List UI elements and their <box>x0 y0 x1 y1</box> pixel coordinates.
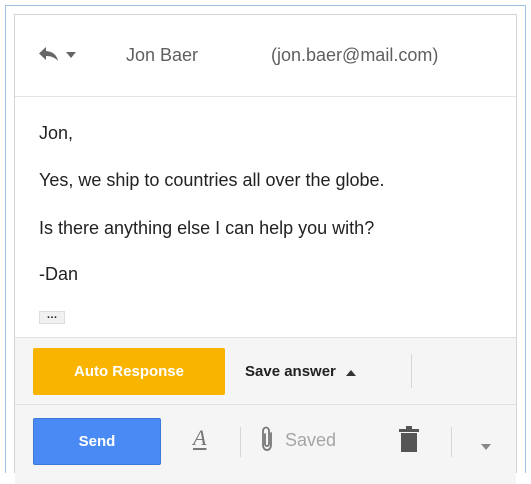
chevron-down-icon <box>66 45 76 63</box>
text-format-icon[interactable]: A <box>193 425 206 451</box>
reply-icon <box>37 45 61 63</box>
compose-panel: Jon Baer (jon.baer@mail.com) Jon, Yes, w… <box>14 14 517 484</box>
send-toolbar: Send A Saved <box>15 404 516 484</box>
compose-window-frame: Jon Baer (jon.baer@mail.com) Jon, Yes, w… <box>5 5 526 484</box>
triangle-up-icon <box>345 363 356 380</box>
send-button[interactable]: Send <box>33 418 161 465</box>
more-options-chevron-down-icon[interactable] <box>481 437 491 455</box>
draft-saved-status: Saved <box>285 430 337 450</box>
paperclip-icon[interactable] <box>261 426 275 457</box>
save-answer-button[interactable]: Save answer <box>245 338 356 405</box>
message-line-1: Yes, we ship to countries all over the g… <box>39 170 385 190</box>
message-line-2: Is there anything else I can help you wi… <box>39 218 375 238</box>
trash-icon[interactable] <box>399 426 419 457</box>
auto-response-button[interactable]: Auto Response <box>33 348 225 395</box>
message-line-signature: -Dan <box>39 264 79 284</box>
canned-response-toolbar: Auto Response Save answer <box>15 337 516 405</box>
toolbar-divider <box>411 354 412 388</box>
message-line-greeting: Jon, <box>39 123 74 143</box>
save-answer-label: Save answer <box>245 363 336 380</box>
recipient-name[interactable]: Jon Baer <box>126 45 198 66</box>
compose-header: Jon Baer (jon.baer@mail.com) <box>15 15 516 97</box>
recipient-email[interactable]: (jon.baer@mail.com) <box>271 45 438 66</box>
reply-type-button[interactable] <box>37 45 76 63</box>
show-trimmed-content-button[interactable]: … <box>39 310 65 324</box>
toolbar-divider <box>240 427 241 457</box>
toolbar-divider <box>451 427 452 457</box>
